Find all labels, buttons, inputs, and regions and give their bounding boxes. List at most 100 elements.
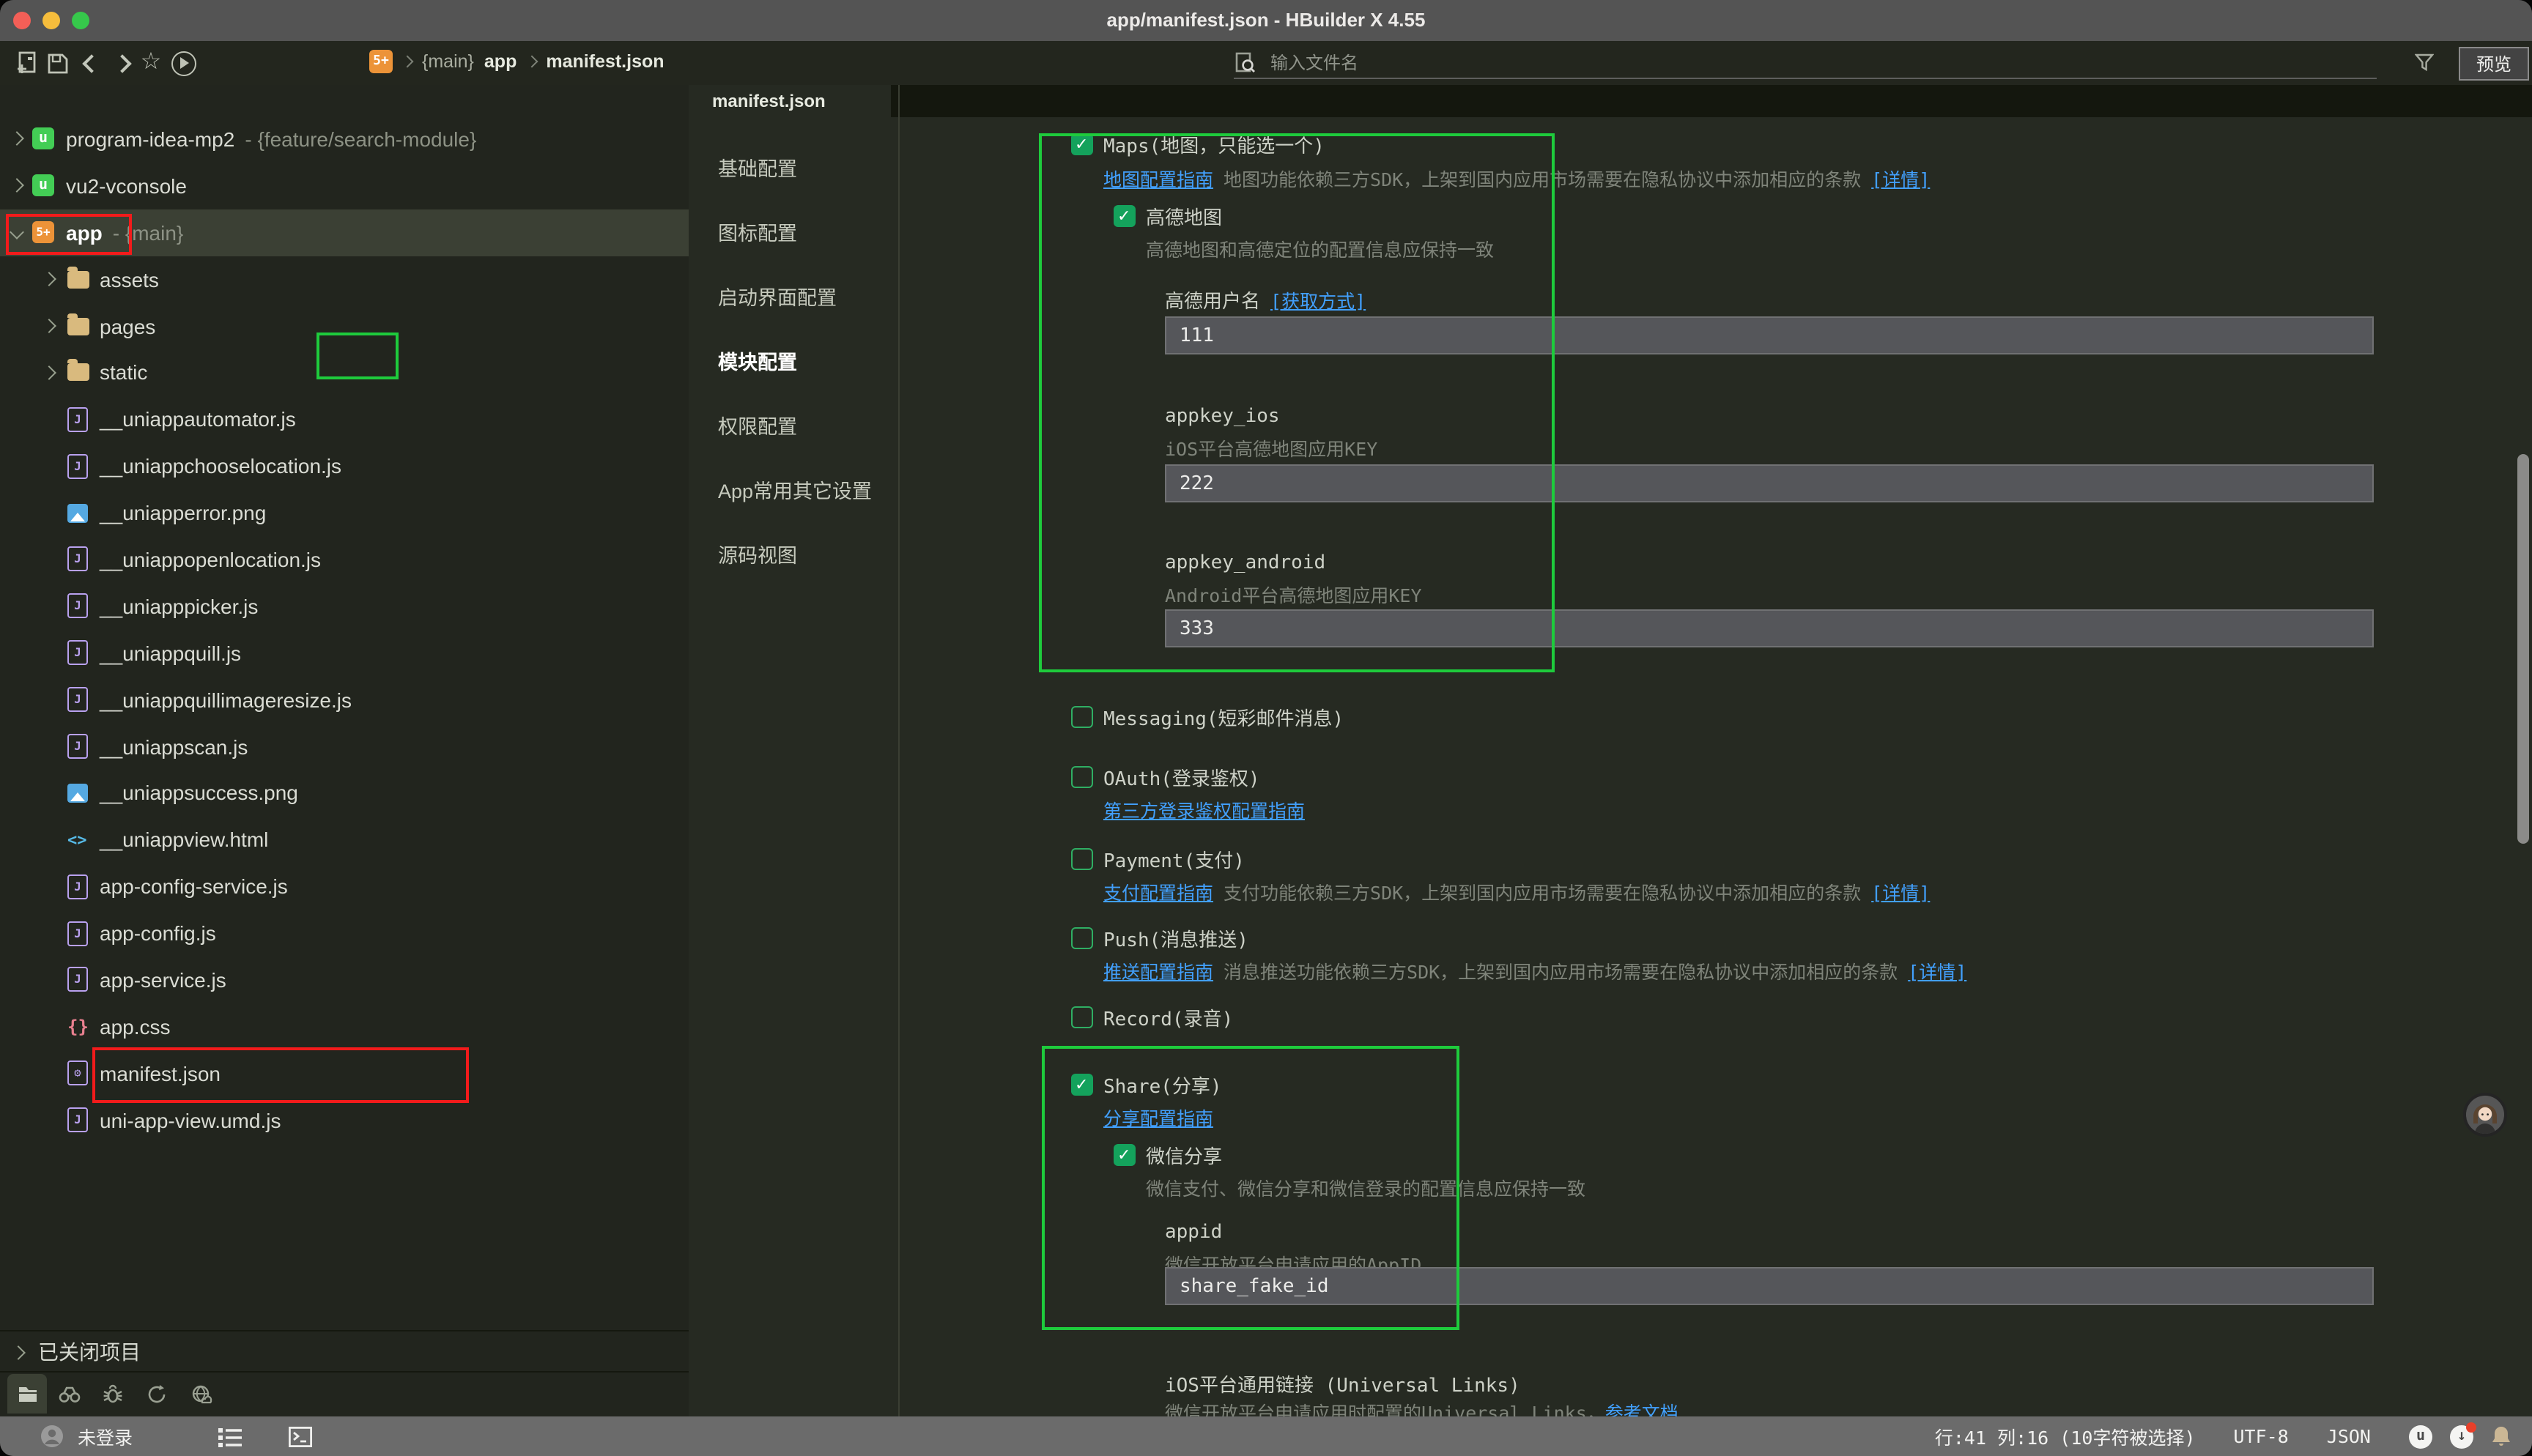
file-name: __uniapperror.png bbox=[100, 501, 266, 524]
tree-row-file[interactable]: J __uniappopenlocation.js bbox=[0, 536, 689, 583]
tree-row-folder[interactable]: static bbox=[0, 349, 689, 396]
js-file-icon: J bbox=[67, 640, 88, 665]
user-avatar-icon[interactable] bbox=[40, 1424, 64, 1449]
tree-row-project-selected[interactable]: 5+ app- {main} bbox=[0, 209, 689, 256]
tree-row-project[interactable]: u program-idea-mp2- {feature/search-modu… bbox=[0, 116, 689, 163]
tree-row-project[interactable]: u vu2-vconsole bbox=[0, 163, 689, 209]
menu-item-module-config[interactable]: 模块配置 bbox=[689, 328, 898, 393]
maps-detail-link[interactable]: [详情] bbox=[1871, 164, 1930, 192]
tree-row-file[interactable]: J app-service.js bbox=[0, 957, 689, 1003]
gaode-user-howto-link[interactable]: [获取方式] bbox=[1270, 286, 1366, 313]
push-detail-link[interactable]: [详情] bbox=[1908, 957, 1966, 984]
login-status[interactable]: 未登录 bbox=[78, 1422, 133, 1450]
tree-row-file[interactable]: J __uniapppicker.js bbox=[0, 583, 689, 630]
push-checkbox[interactable] bbox=[1071, 927, 1093, 949]
share-checkbox[interactable] bbox=[1071, 1074, 1093, 1096]
git-branch-suffix: - {main} bbox=[113, 220, 184, 244]
assistant-avatar[interactable] bbox=[2463, 1093, 2507, 1137]
notification-bell-icon[interactable] bbox=[2491, 1425, 2511, 1447]
wechat-share-checkbox[interactable] bbox=[1114, 1144, 1136, 1166]
menu-item-permission-config[interactable]: 权限配置 bbox=[689, 393, 898, 457]
tree-row-file[interactable]: J __uniappquill.js bbox=[0, 630, 689, 677]
tree-row-file[interactable]: J app-config.js bbox=[0, 910, 689, 957]
maps-guide-link[interactable]: 地图配置指南 bbox=[1103, 164, 1213, 192]
chevron-right-icon[interactable] bbox=[42, 272, 56, 286]
closed-projects-row[interactable]: 已关闭项目 bbox=[0, 1333, 689, 1371]
maps-checkbox[interactable] bbox=[1071, 133, 1093, 155]
breadcrumb-file[interactable]: manifest.json bbox=[546, 51, 664, 72]
appkey-android-input[interactable] bbox=[1166, 611, 2372, 646]
gaode-user-input[interactable] bbox=[1166, 318, 2372, 353]
back-icon[interactable] bbox=[78, 50, 104, 76]
appkey-ios-field[interactable] bbox=[1165, 464, 2374, 502]
gaode-user-field[interactable] bbox=[1165, 316, 2374, 354]
payment-checkbox[interactable] bbox=[1071, 848, 1093, 870]
tree-row-file-manifest[interactable]: ⚙ manifest.json bbox=[0, 1050, 689, 1097]
oauth-guide-link[interactable]: 第三方登录鉴权配置指南 bbox=[1103, 795, 1305, 823]
file-search-box[interactable] bbox=[1234, 47, 2377, 79]
run-icon[interactable] bbox=[170, 50, 196, 76]
tab-manifest-json[interactable]: manifest.json bbox=[689, 85, 891, 117]
update-notification-icon[interactable]: ↓ bbox=[2450, 1425, 2473, 1448]
tree-row-file[interactable]: <> __uniappview.html bbox=[0, 817, 689, 863]
tree-row-file[interactable]: __uniapperror.png bbox=[0, 489, 689, 536]
sync-refresh-icon[interactable] bbox=[135, 1383, 179, 1404]
chevron-right-icon[interactable] bbox=[10, 132, 24, 146]
chevron-right-icon[interactable] bbox=[10, 179, 24, 193]
appid-field[interactable] bbox=[1165, 1267, 2374, 1305]
debug-bug-icon[interactable] bbox=[91, 1383, 135, 1404]
tree-row-folder[interactable]: pages bbox=[0, 302, 689, 349]
content-scrollbar[interactable] bbox=[2517, 454, 2529, 844]
new-file-icon[interactable] bbox=[13, 50, 40, 76]
payment-guide-link[interactable]: 支付配置指南 bbox=[1103, 877, 1213, 905]
appkey-ios-input[interactable] bbox=[1166, 466, 2372, 501]
tree-row-file[interactable]: {} app.css bbox=[0, 1003, 689, 1050]
chevron-right-icon[interactable] bbox=[42, 319, 56, 333]
menu-item-app-other-settings[interactable]: App常用其它设置 bbox=[689, 457, 898, 521]
messaging-checkbox[interactable] bbox=[1071, 706, 1093, 728]
gaode-map-checkbox[interactable] bbox=[1114, 205, 1136, 227]
uni-chat-icon[interactable]: u bbox=[2409, 1425, 2432, 1448]
encoding-indicator[interactable]: UTF-8 bbox=[2234, 1425, 2289, 1447]
menu-item-icon-config[interactable]: 图标配置 bbox=[689, 199, 898, 264]
gaode-map-desc: 高德地图和高德定位的配置信息应保持一致 bbox=[1146, 234, 1494, 262]
task-list-icon[interactable] bbox=[218, 1426, 241, 1446]
appid-input[interactable] bbox=[1166, 1269, 2372, 1304]
record-checkbox[interactable] bbox=[1071, 1006, 1093, 1028]
tree-row-folder[interactable]: assets bbox=[0, 256, 689, 302]
filetype-indicator[interactable]: JSON bbox=[2327, 1425, 2371, 1447]
tree-row-file[interactable]: J __uniappchooselocation.js bbox=[0, 442, 689, 489]
favorite-star-icon[interactable]: ☆ bbox=[138, 50, 164, 76]
push-guide-link[interactable]: 推送配置指南 bbox=[1103, 957, 1213, 984]
maps-desc-row: 地图配置指南 地图功能依赖三方SDK，上架到国内应用市场需要在隐私协议中添加相应… bbox=[1103, 164, 1930, 192]
filter-funnel-icon[interactable] bbox=[2415, 53, 2434, 79]
menu-item-source-view[interactable]: 源码视图 bbox=[689, 521, 898, 586]
breadcrumb-branch[interactable]: {main} bbox=[422, 51, 474, 72]
oauth-checkbox[interactable] bbox=[1071, 766, 1093, 788]
search-binoculars-icon[interactable] bbox=[47, 1385, 91, 1403]
appkey-android-field[interactable] bbox=[1165, 609, 2374, 647]
tree-row-file[interactable]: J uni-app-view.umd.js bbox=[0, 1096, 689, 1143]
payment-detail-link[interactable]: [详情] bbox=[1871, 877, 1930, 905]
tree-row-file[interactable]: J __uniappscan.js bbox=[0, 723, 689, 770]
tree-row-file[interactable]: J __uniappquillimageresize.js bbox=[0, 676, 689, 723]
tree-row-file[interactable]: J __uniappautomator.js bbox=[0, 396, 689, 443]
menu-item-basic-config[interactable]: 基础配置 bbox=[689, 135, 898, 199]
terminal-icon[interactable] bbox=[288, 1426, 311, 1446]
menu-item-splash-config[interactable]: 启动界面配置 bbox=[689, 264, 898, 328]
explorer-tab-icon[interactable] bbox=[7, 1374, 47, 1414]
tree-row-file[interactable]: __uniappsuccess.png bbox=[0, 770, 689, 817]
forward-icon[interactable] bbox=[108, 50, 135, 76]
share-guide-link[interactable]: 分享配置指南 bbox=[1103, 1103, 1213, 1131]
preview-button[interactable]: 预览 bbox=[2459, 47, 2529, 81]
chevron-right-icon[interactable] bbox=[42, 365, 56, 380]
cursor-position[interactable]: 行:41 列:16 (10字符被选择) bbox=[1935, 1422, 2196, 1450]
globe-cloud-icon[interactable] bbox=[179, 1383, 223, 1404]
file-name: __uniappopenlocation.js bbox=[100, 548, 321, 571]
tree-row-file[interactable]: J app-config-service.js bbox=[0, 863, 689, 910]
project-name: vu2-vconsole bbox=[66, 174, 187, 198]
file-search-input[interactable] bbox=[1267, 51, 2299, 74]
save-icon[interactable] bbox=[44, 50, 70, 76]
chevron-down-icon[interactable] bbox=[10, 226, 24, 240]
breadcrumb-project[interactable]: app bbox=[484, 51, 517, 72]
